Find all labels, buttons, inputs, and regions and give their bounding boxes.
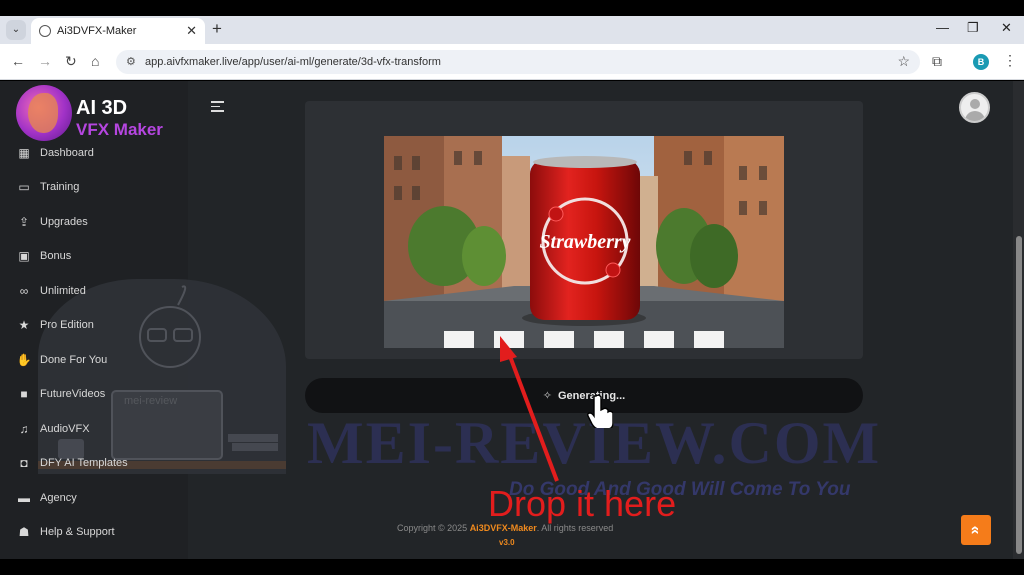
tab-search-icon[interactable]: ⌄ (6, 20, 26, 40)
address-bar[interactable]: ⚙ app.aivfxmaker.live/app/user/ai-ml/gen… (116, 50, 920, 74)
hand-cursor-icon (587, 394, 613, 428)
bookmark-star-icon[interactable]: ☆ (897, 53, 910, 70)
minimize-icon[interactable]: — (936, 20, 949, 35)
globe-icon (39, 25, 51, 37)
tab-title: Ai3DVFX-Maker (57, 25, 137, 37)
app-content: AI 3D VFX Maker mei-review ▦ Dashboard ▭… (0, 81, 1024, 559)
window-close-icon[interactable]: ✕ (1001, 20, 1012, 36)
screen: ⌄ Ai3DVFX-Maker ✕ + — ❐ ✕ ← → ↻ ⌂ ⚙ app.… (0, 0, 1024, 575)
url-text: app.aivfxmaker.live/app/user/ai-ml/gener… (145, 56, 441, 68)
browser-toolbar: ← → ↻ ⌂ ⚙ app.aivfxmaker.live/app/user/a… (0, 44, 1024, 80)
browser-tab-bar: ⌄ Ai3DVFX-Maker ✕ + — ❐ ✕ (0, 16, 1024, 44)
forward-icon[interactable]: → (38, 53, 52, 69)
restore-icon[interactable]: ❐ (967, 20, 979, 36)
app-version: v3.0 (499, 538, 515, 547)
menu-kebab-icon[interactable]: ⋮ (1003, 52, 1017, 69)
browser-tab[interactable]: Ai3DVFX-Maker ✕ (31, 18, 205, 44)
new-tab-icon[interactable]: + (212, 19, 222, 39)
home-icon[interactable]: ⌂ (91, 53, 99, 69)
back-icon[interactable]: ← (11, 53, 25, 69)
scroll-to-top-button[interactable]: » (961, 515, 991, 545)
footer-copyright: Copyright © 2025 Ai3DVFX-Maker. All righ… (397, 523, 613, 533)
copyright-brand[interactable]: Ai3DVFX-Maker (470, 523, 537, 533)
profile-avatar[interactable]: B (973, 54, 989, 70)
scrollbar[interactable] (1013, 81, 1024, 559)
site-settings-icon[interactable]: ⚙ (126, 55, 136, 68)
close-icon[interactable]: ✕ (186, 23, 197, 39)
extensions-icon[interactable]: ⧉ (932, 53, 942, 70)
scrollbar-thumb[interactable] (1016, 236, 1022, 554)
reload-icon[interactable]: ↻ (65, 53, 77, 70)
annotation-text: Drop it here (488, 483, 677, 524)
copyright-suffix: . All rights reserved (536, 523, 614, 533)
copyright-prefix: Copyright © 2025 (397, 523, 470, 533)
